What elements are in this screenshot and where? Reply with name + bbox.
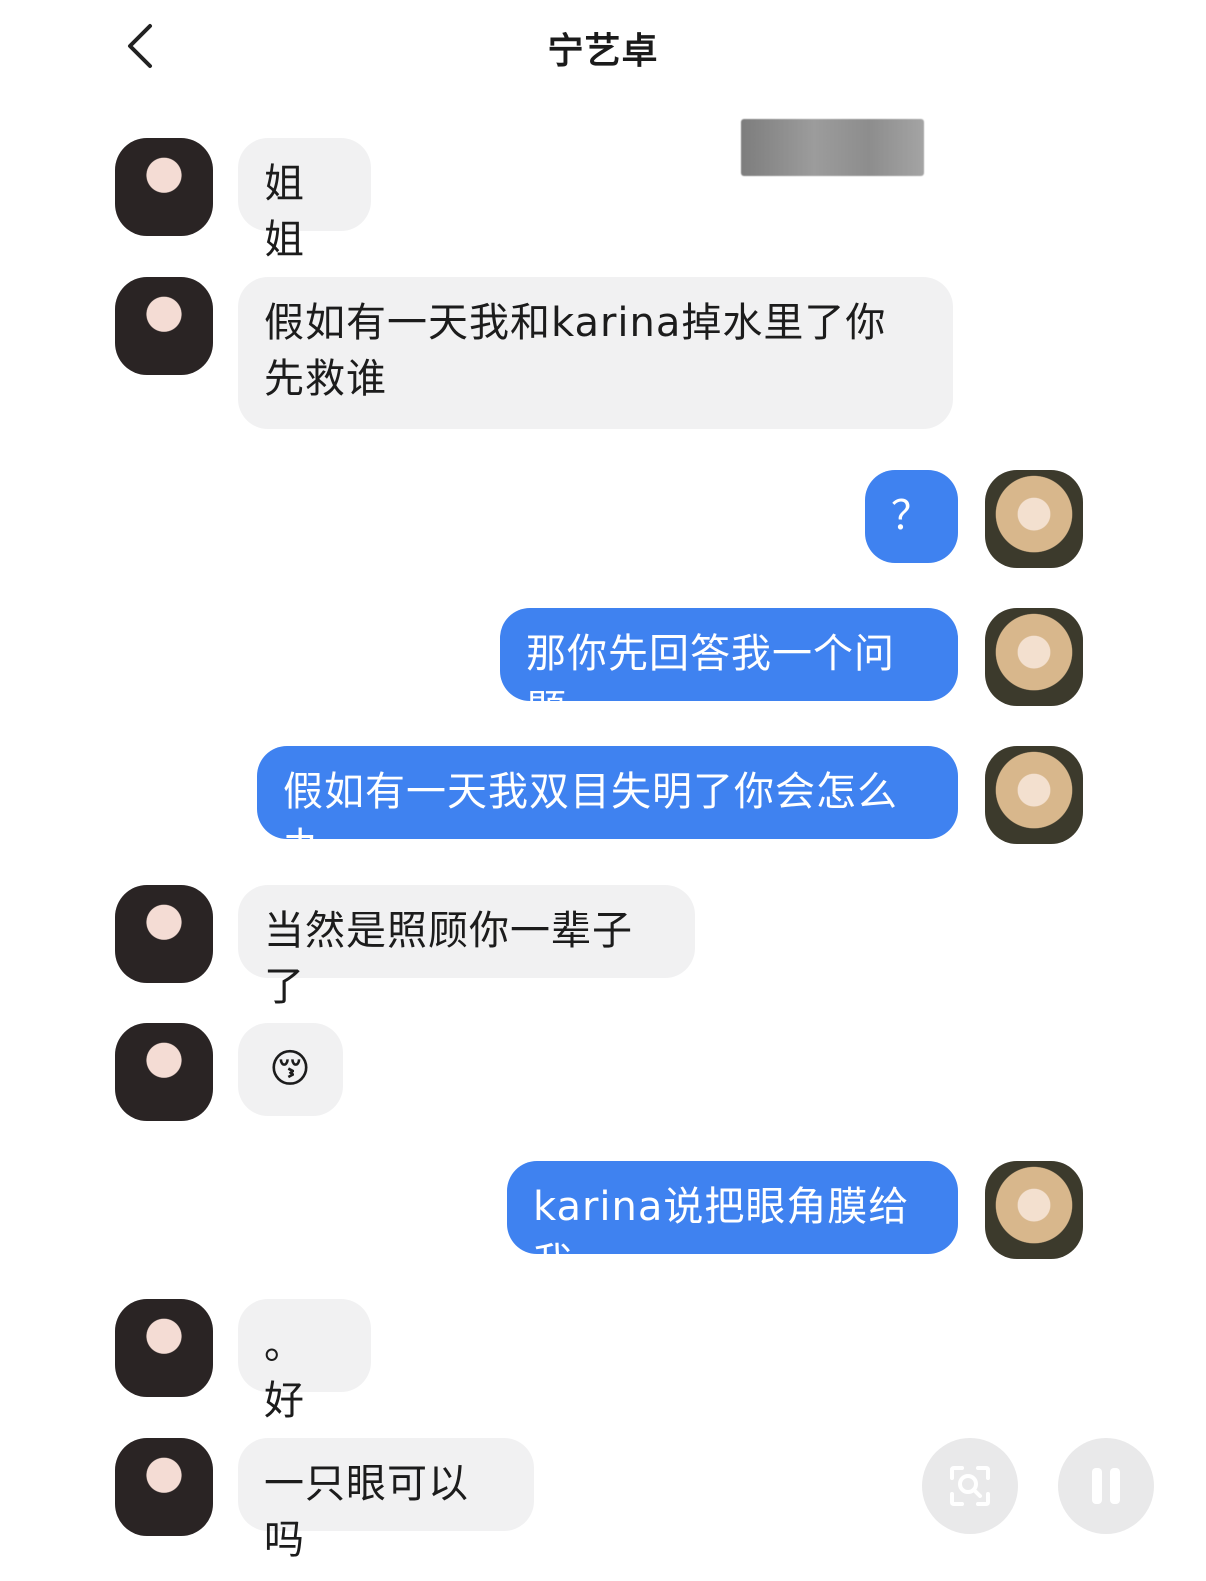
contact-avatar[interactable]	[115, 1438, 213, 1536]
message-text: 那你先回答我一个问题	[526, 631, 895, 733]
incoming-message-bubble: 一只眼可以吗	[238, 1438, 534, 1563]
contact-avatar[interactable]	[115, 1023, 213, 1121]
chat-title: 宁艺卓	[547, 31, 659, 72]
chat-header: 宁艺卓	[0, 0, 1206, 95]
incoming-message-bubble: 姐姐	[238, 138, 371, 263]
message-text: ？	[891, 493, 932, 539]
scan-button[interactable]	[922, 1438, 1018, 1534]
outgoing-message-bubble: ？	[865, 470, 958, 563]
emoji-kissing-icon: 😚	[269, 1046, 312, 1092]
pause-button[interactable]	[1058, 1438, 1154, 1534]
message-text: 姐姐	[264, 161, 305, 263]
user-avatar[interactable]	[985, 608, 1083, 706]
message-text: 假如有一天我和karina掉水里了你先救谁	[264, 300, 887, 402]
incoming-message-bubble: 😚	[238, 1023, 343, 1116]
outgoing-message-bubble: karina说把眼角膜给我	[507, 1161, 958, 1286]
pause-icon	[1092, 1468, 1120, 1504]
message-text: 当然是照顾你一辈子了	[264, 908, 633, 1010]
user-avatar[interactable]	[985, 1161, 1083, 1259]
user-avatar[interactable]	[985, 746, 1083, 844]
scan-search-icon	[950, 1466, 990, 1506]
contact-avatar[interactable]	[115, 1299, 213, 1397]
incoming-message-bubble: 。好	[238, 1299, 371, 1424]
contact-avatar[interactable]	[115, 277, 213, 375]
message-text: karina说把眼角膜给我	[533, 1184, 910, 1286]
user-avatar[interactable]	[985, 470, 1083, 568]
message-text: 。好	[264, 1322, 305, 1424]
incoming-message-bubble: 假如有一天我和karina掉水里了你先救谁	[238, 277, 953, 429]
blurred-overlay	[741, 119, 924, 176]
message-text: 一只眼可以吗	[264, 1461, 469, 1563]
outgoing-message-bubble: 假如有一天我双目失明了你会怎么办	[257, 746, 958, 871]
outgoing-message-bubble: 那你先回答我一个问题	[500, 608, 958, 733]
contact-avatar[interactable]	[115, 138, 213, 236]
message-text: 假如有一天我双目失明了你会怎么办	[283, 769, 898, 871]
incoming-message-bubble: 当然是照顾你一辈子了	[238, 885, 695, 1010]
contact-avatar[interactable]	[115, 885, 213, 983]
